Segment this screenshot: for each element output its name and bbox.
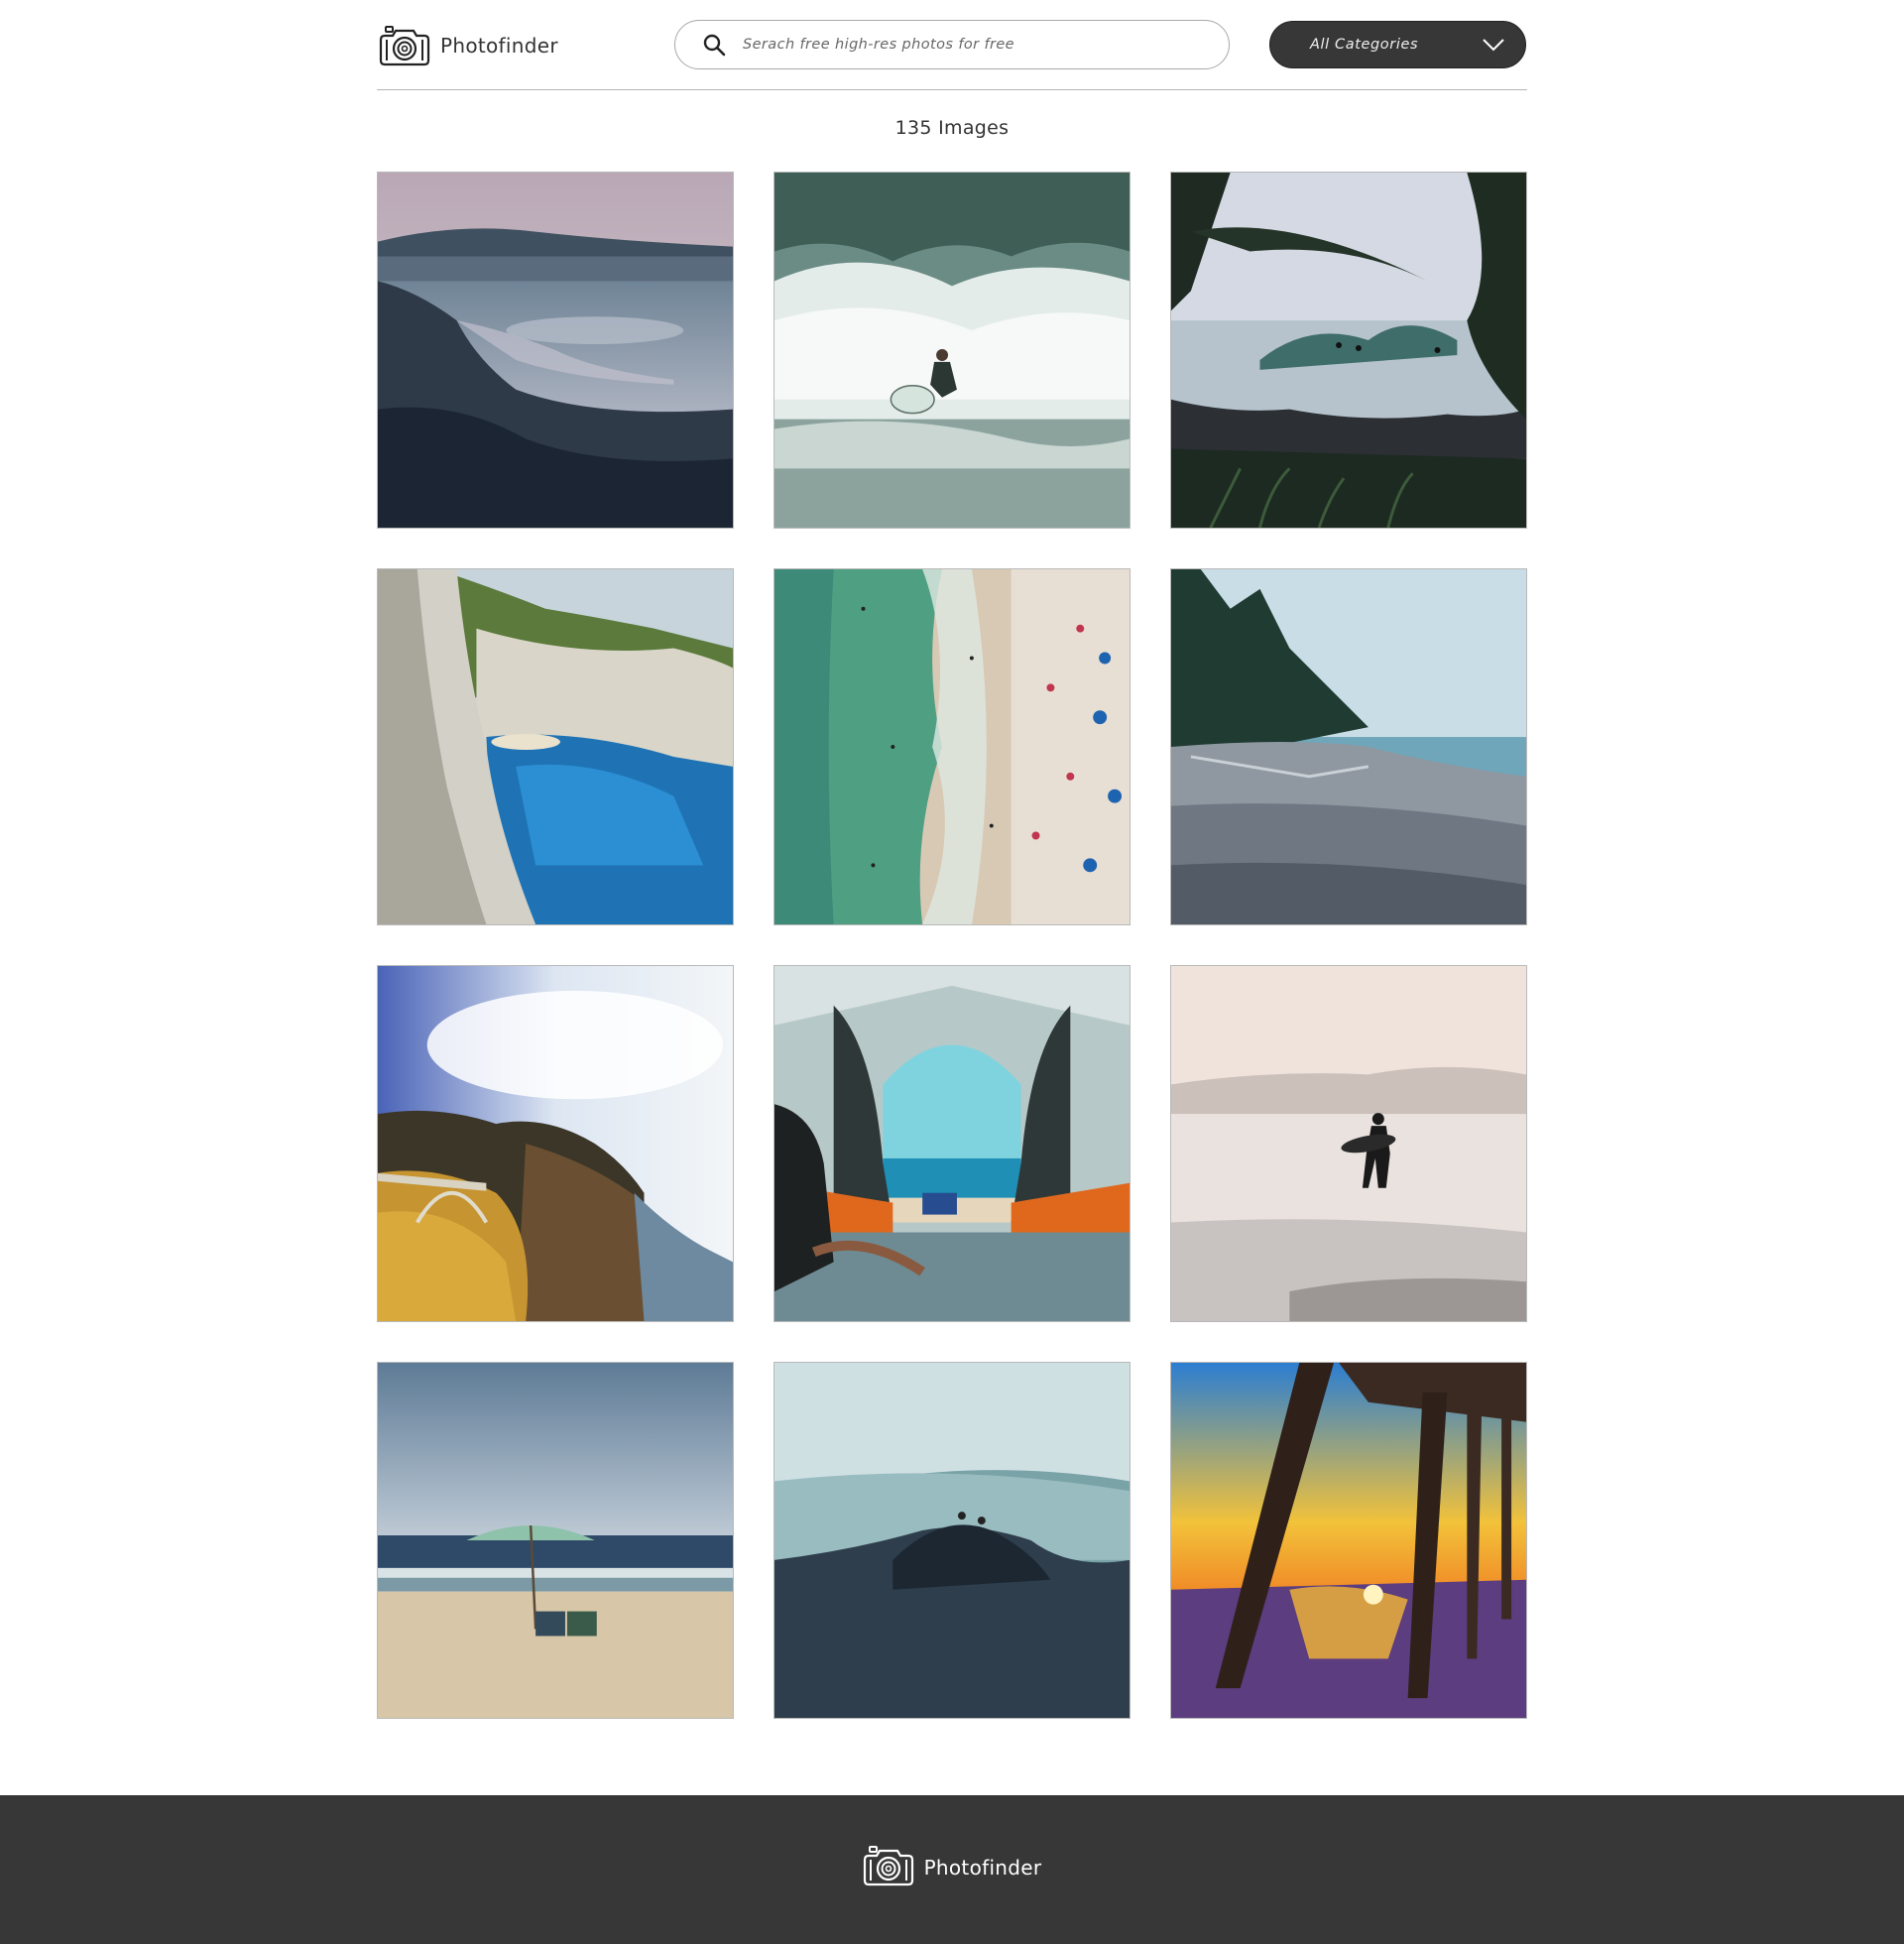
image-tile[interactable] [774,568,1130,925]
photo-misty-surfer [1171,966,1526,1321]
image-tile[interactable] [1170,965,1527,1322]
results-count: 135 Images [894,117,1010,139]
image-tile[interactable] [1170,172,1527,529]
image-tile[interactable] [774,1362,1130,1719]
brand-logo[interactable]: Photofinder [379,25,558,66]
image-tile[interactable] [377,1362,734,1719]
site-header: Photofinder All Categories [377,0,1527,90]
camera-icon [863,1845,914,1890]
photo-cliff-cove [378,569,733,924]
image-tile[interactable] [774,172,1130,529]
search-input[interactable] [743,37,1199,53]
site-footer: Photofinder [0,1795,1904,1944]
image-tile[interactable] [1170,568,1527,925]
photo-rocks-waves [774,1363,1130,1718]
brand-name: Photofinder [440,34,558,58]
photo-surfer-wave [774,173,1130,528]
photo-pebble-beach [1171,569,1526,924]
photo-pier-sunset [1171,1363,1526,1718]
photo-coastal-bridge [378,966,733,1321]
image-tile[interactable] [377,965,734,1322]
category-dropdown[interactable]: All Categories [1269,21,1526,68]
image-tile[interactable] [377,172,734,529]
image-tile[interactable] [774,965,1130,1322]
search-icon[interactable] [701,32,727,58]
photo-tent-beach [774,966,1130,1321]
image-tile[interactable] [1170,1362,1527,1719]
chevron-down-icon [1482,35,1505,59]
photo-beach-umbrella [378,1363,733,1718]
search-bar[interactable] [674,20,1230,69]
category-selected: All Categories [1310,37,1419,53]
photo-aerial-beach [774,569,1130,924]
photo-rocky-shore [378,173,733,528]
footer-logo[interactable]: Photofinder [863,1845,1042,1890]
photo-palm-surfers [1171,173,1526,528]
image-tile[interactable] [377,568,734,925]
camera-icon [379,25,430,66]
footer-brand-name: Photofinder [923,1856,1042,1880]
